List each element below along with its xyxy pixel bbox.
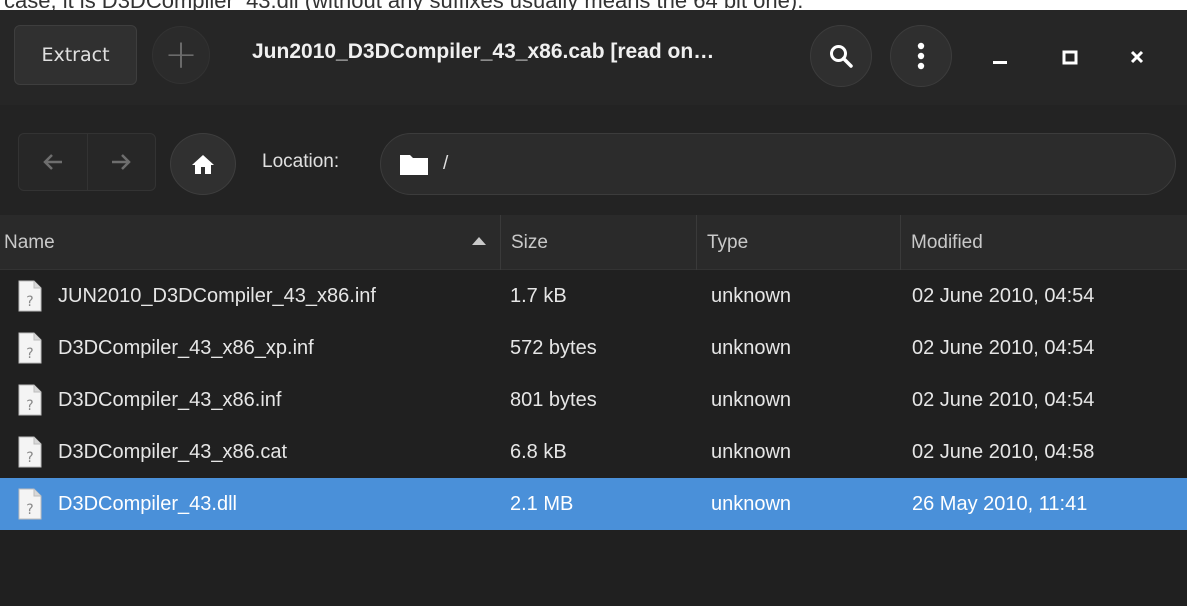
- file-size: 801 bytes: [510, 388, 597, 411]
- file-name: D3DCompiler_43_x86_xp.inf: [58, 336, 314, 359]
- file-icon-cell: ?: [10, 426, 50, 478]
- file-icon-cell: ?: [10, 322, 50, 374]
- unknown-file-icon: ?: [18, 436, 42, 468]
- file-name: JUN2010_D3DCompiler_43_x86.inf: [58, 284, 376, 307]
- table-row[interactable]: ? D3DCompiler_43_x86.inf 801 bytes unkno…: [0, 374, 1187, 426]
- arrow-right-icon: [112, 154, 132, 170]
- close-icon: [1130, 50, 1144, 64]
- file-size: 1.7 kB: [510, 284, 567, 307]
- maximize-button[interactable]: [1045, 32, 1095, 82]
- column-modified-label: Modified: [911, 231, 983, 253]
- file-name: D3DCompiler_43_x86.cat: [58, 440, 288, 463]
- file-list: ? JUN2010_D3DCompiler_43_x86.inf 1.7 kB …: [0, 270, 1187, 530]
- table-row[interactable]: ? D3DCompiler_43_x86.cat 6.8 kB unknown …: [0, 426, 1187, 478]
- svg-text:?: ?: [26, 450, 33, 466]
- extract-button[interactable]: Extract: [14, 25, 137, 85]
- location-field[interactable]: /: [380, 133, 1176, 195]
- file-name: D3DCompiler_43_x86.inf: [58, 388, 282, 411]
- file-name: D3DCompiler_43.dll: [58, 492, 237, 515]
- file-modified: 02 June 2010, 04:54: [912, 336, 1095, 359]
- window-title: Jun2010_D3DCompiler_43_x86.cab [read on…: [252, 40, 715, 63]
- minimize-icon: [993, 61, 1007, 64]
- plus-icon: +: [164, 32, 198, 78]
- file-icon-cell: ?: [10, 270, 50, 322]
- search-icon: [830, 45, 853, 68]
- file-modified: 02 June 2010, 04:54: [912, 388, 1095, 411]
- location-path: /: [443, 153, 449, 174]
- menu-button[interactable]: [890, 25, 952, 87]
- file-size: 6.8 kB: [510, 440, 567, 463]
- history-navigation: [18, 133, 156, 191]
- kebab-menu-icon: [917, 42, 925, 70]
- file-type: unknown: [711, 388, 792, 411]
- close-button[interactable]: [1112, 32, 1162, 82]
- column-size-label: Size: [511, 231, 548, 253]
- location-bar: Location: /: [0, 105, 1187, 215]
- file-modified: 26 May 2010, 11:41: [912, 492, 1088, 515]
- maximize-icon: [1062, 50, 1078, 65]
- unknown-file-icon: ?: [18, 384, 42, 416]
- column-type-label: Type: [707, 231, 749, 253]
- arrow-left-icon: [42, 154, 62, 170]
- home-button[interactable]: [170, 133, 236, 195]
- svg-text:?: ?: [26, 398, 33, 414]
- search-button[interactable]: [810, 25, 872, 87]
- header-bar: Extract + Jun2010_D3DCompiler_43_x86.cab…: [0, 10, 1187, 105]
- column-header-modified[interactable]: Modified: [900, 215, 1187, 270]
- archive-manager-window: Extract + Jun2010_D3DCompiler_43_x86.cab…: [0, 10, 1187, 606]
- unknown-file-icon: ?: [18, 280, 42, 312]
- column-header-size[interactable]: Size: [500, 215, 696, 270]
- unknown-file-icon: ?: [18, 332, 42, 364]
- file-type: unknown: [711, 492, 792, 515]
- file-type: unknown: [711, 284, 792, 307]
- file-type: unknown: [711, 336, 792, 359]
- file-type: unknown: [711, 440, 792, 463]
- table-row[interactable]: ? D3DCompiler_43_x86_xp.inf 572 bytes un…: [0, 322, 1187, 374]
- svg-text:?: ?: [26, 346, 33, 362]
- file-list-header: Name Size Type Modified: [0, 215, 1187, 270]
- file-size: 2.1 MB: [510, 492, 574, 515]
- column-name-label: Name: [4, 231, 55, 253]
- folder-icon: [400, 155, 428, 175]
- table-row[interactable]: ? JUN2010_D3DCompiler_43_x86.inf 1.7 kB …: [0, 270, 1187, 322]
- svg-text:?: ?: [26, 294, 33, 310]
- location-label: Location:: [262, 151, 340, 172]
- file-icon-cell: ?: [10, 478, 50, 530]
- file-modified: 02 June 2010, 04:58: [912, 440, 1095, 463]
- file-size: 572 bytes: [510, 336, 597, 359]
- svg-text:?: ?: [26, 502, 33, 518]
- sort-ascending-icon: [472, 237, 486, 245]
- unknown-file-icon: ?: [18, 488, 42, 520]
- file-icon-cell: ?: [10, 374, 50, 426]
- back-button[interactable]: [19, 134, 87, 190]
- home-icon: [192, 155, 214, 174]
- minimize-button[interactable]: [975, 32, 1025, 82]
- forward-button[interactable]: [86, 134, 156, 190]
- column-header-name[interactable]: Name: [0, 215, 500, 270]
- column-header-type[interactable]: Type: [696, 215, 900, 270]
- table-row[interactable]: ? D3DCompiler_43.dll 2.1 MB unknown 26 M…: [0, 478, 1187, 530]
- file-modified: 02 June 2010, 04:54: [912, 284, 1095, 307]
- add-files-button[interactable]: +: [152, 26, 210, 84]
